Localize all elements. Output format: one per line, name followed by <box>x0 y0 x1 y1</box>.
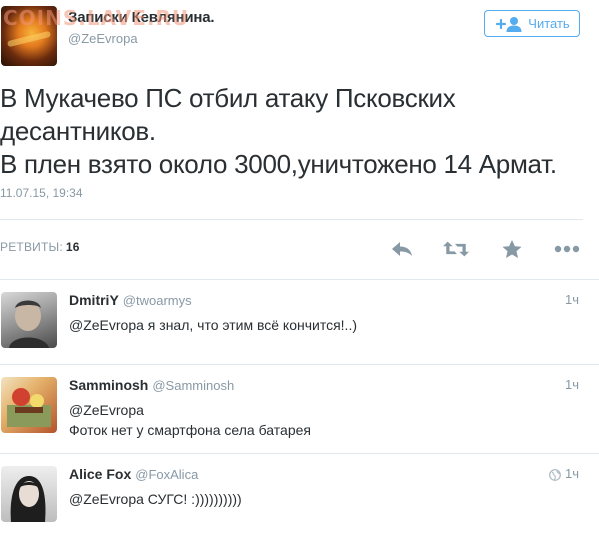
woman-photo-icon <box>10 476 46 522</box>
watermark: COINS.LAVE.RU <box>3 6 190 30</box>
reply-text-line: Фоток нет у смартфона села батарея <box>69 422 311 438</box>
retweet-icon <box>443 241 469 257</box>
reply-avatar[interactable] <box>1 377 57 433</box>
tweet-text: В Мукачево ПС отбил атаку Псковских деса… <box>0 82 595 181</box>
reply-text: @ZeEvropa СУГС! :)))))))))) <box>69 489 242 509</box>
retweets-label: РЕТВИТЫ: <box>0 240 63 254</box>
tweet-timestamp[interactable]: 11.07.15, 19:34 <box>0 186 83 200</box>
reply-author[interactable]: Samminosh @Samminosh <box>69 377 234 393</box>
reply-action[interactable] <box>389 238 415 260</box>
author-handle[interactable]: @ZeEvropa <box>68 31 138 46</box>
reply-author-handle: @Samminosh <box>152 378 235 393</box>
reply-author-handle: @twoarmys <box>122 293 192 308</box>
follow-button[interactable]: Читать <box>484 10 580 37</box>
favorite-icon <box>502 240 522 258</box>
reply-text-line: @ZeEvropa СУГС! :)))))))))) <box>69 491 242 507</box>
reply-avatar[interactable] <box>1 292 57 348</box>
reply-text: @ZeEvropa Фоток нет у смартфона села бат… <box>69 400 311 440</box>
reply-author[interactable]: DmitriY @twoarmys <box>69 292 192 308</box>
reply-text: @ZeEvropa я знал, что этим всё кончится!… <box>69 315 357 335</box>
follow-button-label: Читать <box>528 16 570 31</box>
tweet-text-line: В плен взято около 3000,уничтожено 14 Ар… <box>0 149 557 179</box>
reply-text-line: @ZeEvropa <box>69 402 144 418</box>
tweet-text-line: В Мукачево ПС отбил атаку Псковских <box>0 83 456 113</box>
reply-time[interactable]: 1ч <box>565 292 579 307</box>
tweet-detail-view: Записки Кевлянина. COINS.LAVE.RU @ZeEvro… <box>0 0 599 538</box>
follow-user-plus-icon <box>496 16 522 32</box>
reply-author-handle: @FoxAlica <box>135 467 199 482</box>
person-photo-icon <box>9 300 49 348</box>
reply-author-name: DmitriY <box>69 292 119 308</box>
avatar-highlight <box>6 30 52 48</box>
cartoon-image-icon <box>7 388 51 427</box>
more-action[interactable] <box>554 238 580 260</box>
tweet-text-line: десантников. <box>0 116 156 146</box>
divider <box>0 219 583 220</box>
more-icon <box>554 245 580 253</box>
reply-author-name: Alice Fox <box>69 466 132 482</box>
reply-time[interactable]: 1ч <box>565 466 579 481</box>
reply-avatar[interactable] <box>1 466 57 522</box>
reply-tweet[interactable]: Samminosh @Samminosh 1ч @ZeEvropa Фоток н… <box>0 365 599 453</box>
reply-tweet[interactable]: Alice Fox @FoxAlica 1ч @ZeEvropa СУГС! :)… <box>0 454 599 538</box>
retweet-stats[interactable]: РЕТВИТЫ: 16 <box>0 240 80 254</box>
reply-time[interactable]: 1ч <box>565 377 579 392</box>
reply-text-line: @ZeEvropa я знал, что этим всё кончится!… <box>69 317 357 333</box>
favorite-action[interactable] <box>499 238 525 260</box>
retweet-action[interactable] <box>443 238 469 260</box>
globe-icon <box>549 469 561 481</box>
retweets-count: 16 <box>65 240 80 254</box>
reply-author-name: Samminosh <box>69 377 149 393</box>
reply-author[interactable]: Alice Fox @FoxAlica <box>69 466 198 482</box>
reply-tweet[interactable]: DmitriY @twoarmys 1ч @ZeEvropa я знал, чт… <box>0 280 599 364</box>
reply-icon <box>392 242 412 256</box>
